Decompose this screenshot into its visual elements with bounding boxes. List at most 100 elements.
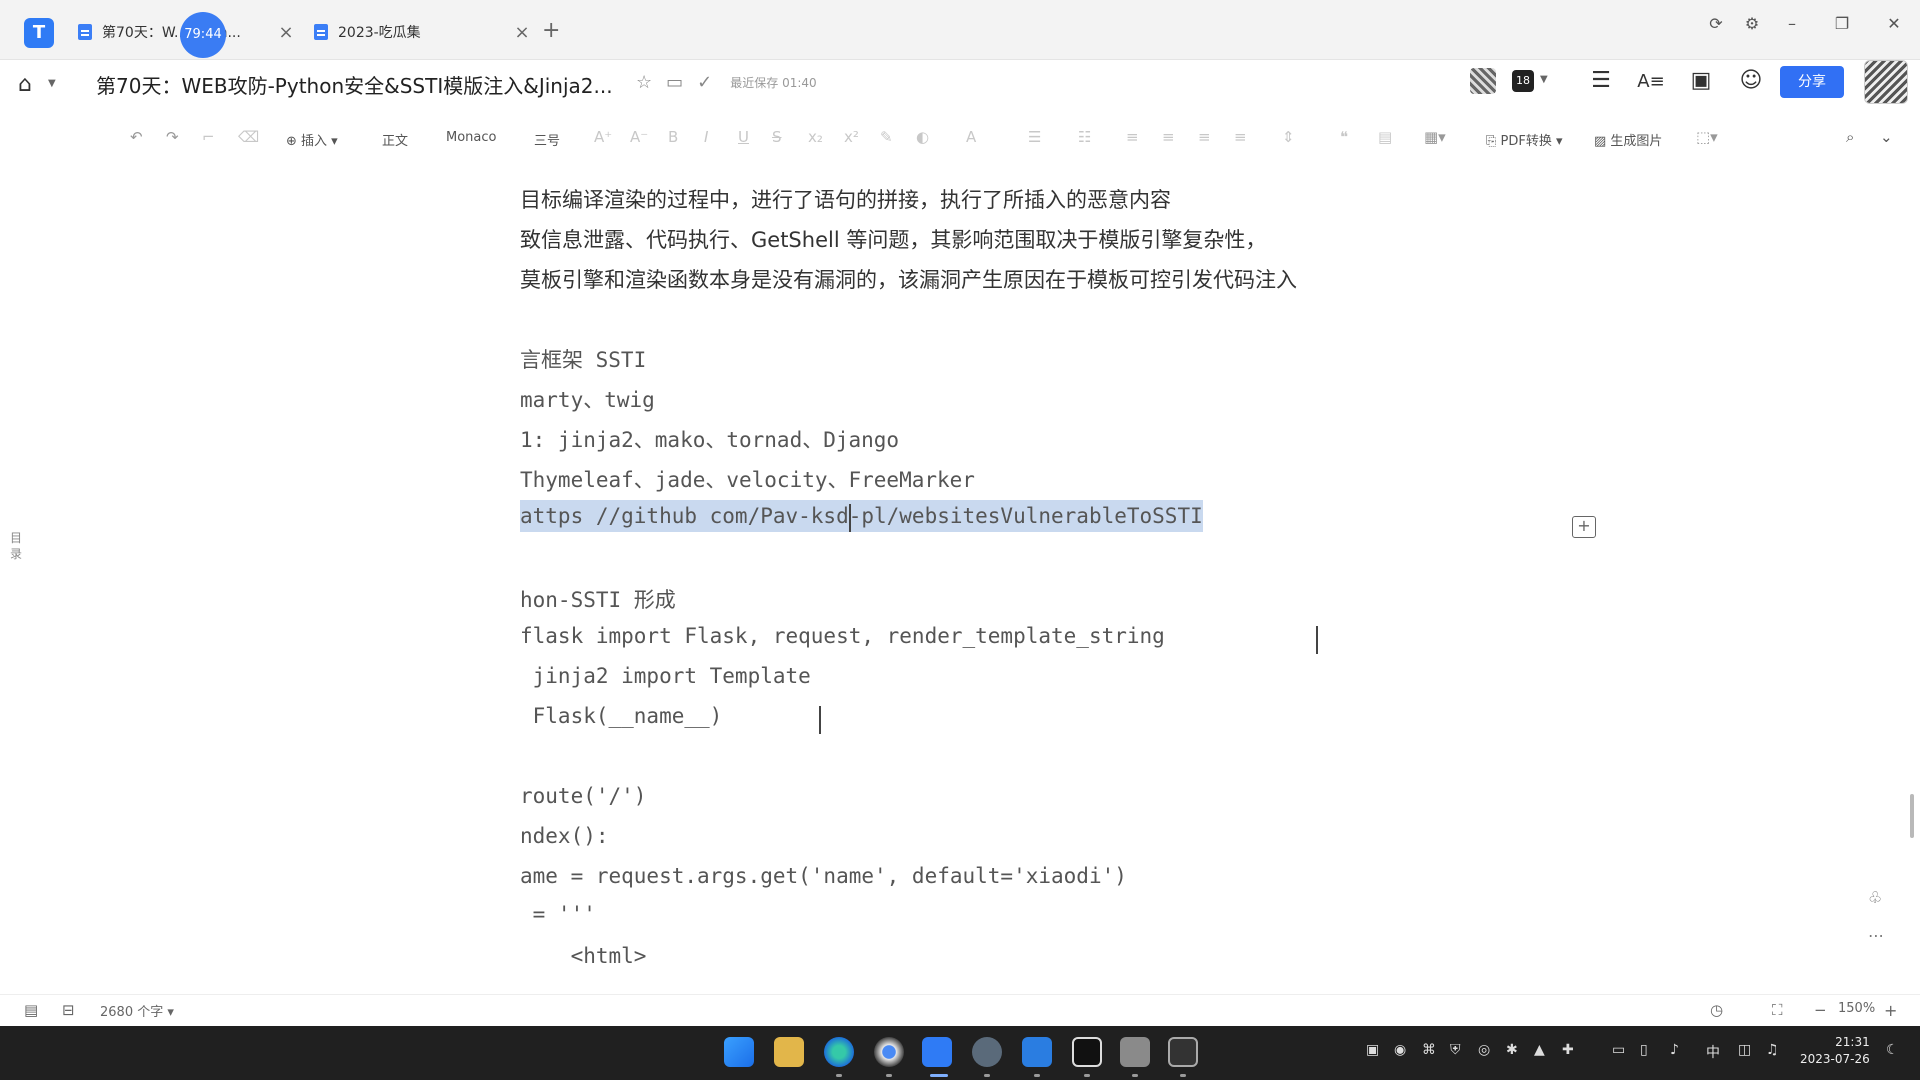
document-line[interactable]: 目标编译渲染的过程中，进行了语句的拼接，执行了所插入的恶意内容 xyxy=(520,184,1171,214)
more-icon[interactable]: ⋯ xyxy=(1868,926,1884,945)
zoom-in-button[interactable]: + xyxy=(1884,1001,1897,1020)
pdf-convert-button[interactable]: ⎘ PDF转换 ▾ xyxy=(1486,130,1563,149)
align-right-icon[interactable]: ≡ xyxy=(1198,128,1211,146)
document-line[interactable]: 致信息泄露、代码执行、GetShell 等问题，其影响范围取决于模版引擎复杂性， xyxy=(520,224,1266,254)
word-count[interactable]: 2680 个字 ▾ xyxy=(100,1001,174,1020)
file-explorer-icon[interactable] xyxy=(774,1037,804,1067)
numbered-list-icon[interactable]: ☷ xyxy=(1078,128,1091,146)
close-window-button[interactable]: ✕ xyxy=(1882,14,1906,33)
chevron-down-icon[interactable]: ⌄ xyxy=(1880,128,1893,146)
minimize-button[interactable]: – xyxy=(1780,14,1804,33)
vertical-scrollbar[interactable] xyxy=(1910,794,1914,838)
settings-icon[interactable]: ⚙ xyxy=(1740,14,1764,33)
font-shrink-icon[interactable]: A⁻ xyxy=(630,128,648,146)
play-icon[interactable]: ◷ xyxy=(1710,1001,1723,1019)
undo-icon[interactable]: ↶ xyxy=(130,128,143,146)
terminal-icon[interactable] xyxy=(1168,1037,1198,1067)
tray-chrome-icon[interactable]: ◉ xyxy=(1394,1042,1406,1058)
document-line[interactable]: 莫板引擎和渲染函数本身是没有漏洞的，该漏洞产生原因在于模板可控引发代码注入 xyxy=(520,264,1297,294)
tray-microphone-icon[interactable]: ♪ xyxy=(1670,1042,1679,1058)
bold-icon[interactable]: B xyxy=(668,128,678,146)
justify-icon[interactable]: ≡ xyxy=(1234,128,1247,146)
more-tools-icon[interactable]: ⬚▾ xyxy=(1696,128,1718,146)
superscript-icon[interactable]: x² xyxy=(844,128,859,146)
document-line[interactable]: <html> xyxy=(520,944,647,968)
generate-image-button[interactable]: ▨ 生成图片 xyxy=(1594,130,1662,149)
restore-button[interactable]: ❐ xyxy=(1830,14,1854,33)
tray-capture-icon[interactable]: ◎ xyxy=(1478,1042,1490,1058)
sync-icon[interactable]: ⟳ xyxy=(1704,14,1728,33)
document-line[interactable]: ame = request.args.get('name', default='… xyxy=(520,864,1127,888)
meeting-app-icon[interactable] xyxy=(1022,1037,1052,1067)
user-avatar[interactable] xyxy=(1864,60,1908,104)
menu-icon[interactable]: ☰ xyxy=(1586,68,1616,93)
collaborator-count-badge[interactable]: 18 xyxy=(1512,70,1534,92)
text-format-icon[interactable]: A≡ xyxy=(1636,71,1666,92)
highlight-icon[interactable]: ✎ xyxy=(880,128,893,146)
quote-icon[interactable]: ❝ xyxy=(1340,128,1348,146)
chevron-down-icon[interactable]: ▼ xyxy=(48,78,56,89)
table-icon[interactable]: ▦▾ xyxy=(1424,128,1446,146)
star-icon[interactable]: ☆ xyxy=(636,72,652,93)
page-view-icon[interactable]: ⊟ xyxy=(62,1001,75,1019)
start-menu-icon[interactable] xyxy=(724,1037,754,1067)
zoom-out-button[interactable]: − xyxy=(1814,1001,1827,1019)
line-spacing-icon[interactable]: ⇕ xyxy=(1282,128,1295,146)
system-clock[interactable]: 21:31 2023-07-26 xyxy=(1800,1034,1870,1068)
tray-volume-icon[interactable]: ♫ xyxy=(1766,1042,1779,1058)
document-line[interactable]: 1: jinja2、mako、tornad、Django xyxy=(520,424,899,454)
fullscreen-icon[interactable]: ⛶ xyxy=(1772,1001,1783,1019)
tray-phone-icon[interactable]: ▯ xyxy=(1640,1042,1648,1058)
chrome-browser-icon[interactable] xyxy=(874,1037,904,1067)
font-family-select[interactable]: Monaco xyxy=(446,130,496,145)
code-block-icon[interactable]: ▤ xyxy=(1378,128,1392,146)
pycharm-icon[interactable] xyxy=(1072,1037,1102,1067)
notification-icon[interactable]: ☾ xyxy=(1886,1042,1899,1058)
document-line[interactable]: flask import Flask, request, render_temp… xyxy=(520,624,1165,648)
paragraph-style-select[interactable]: 正文 xyxy=(382,130,408,149)
close-icon[interactable]: × xyxy=(512,22,532,43)
home-icon[interactable]: ⌂ xyxy=(18,72,32,97)
outline-toggle[interactable]: 目录 xyxy=(10,530,26,562)
subscript-icon[interactable]: x₂ xyxy=(808,128,823,146)
document-line[interactable]: Thymeleaf、jade、velocity、FreeMarker xyxy=(520,464,975,494)
text-color-icon[interactable]: ◐ xyxy=(916,128,929,146)
document-line[interactable]: Flask(__name__) xyxy=(520,704,723,728)
document-line[interactable]: = ''' xyxy=(520,902,596,926)
document-line[interactable]: route('/') xyxy=(520,784,646,808)
tray-network-icon[interactable]: ⌘ xyxy=(1422,1042,1436,1058)
strikethrough-icon[interactable]: S xyxy=(772,128,782,146)
font-color-icon[interactable]: A xyxy=(966,128,976,146)
zoom-level[interactable]: 150% xyxy=(1838,1001,1875,1016)
collaborate-icon[interactable]: ☺ xyxy=(1736,68,1766,93)
network-tool-icon[interactable] xyxy=(972,1037,1002,1067)
underline-icon[interactable]: U xyxy=(738,128,749,146)
redo-icon[interactable]: ↷ xyxy=(166,128,179,146)
bullet-list-icon[interactable]: ☰ xyxy=(1028,128,1041,146)
tray-bluetooth-icon[interactable]: ✱ xyxy=(1506,1042,1518,1058)
add-comment-icon[interactable]: + xyxy=(1572,516,1596,538)
folder-icon[interactable]: ▭ xyxy=(666,72,683,93)
present-icon[interactable]: ▣ xyxy=(1686,68,1716,93)
tray-docs-icon[interactable]: ▲ xyxy=(1534,1042,1545,1058)
recording-timer-badge[interactable]: 79:44 xyxy=(180,12,226,58)
new-tab-button[interactable]: + xyxy=(542,20,560,42)
document-line[interactable]: hon-SSTI 形成 xyxy=(520,584,676,614)
align-center-icon[interactable]: ≡ xyxy=(1162,128,1175,146)
collaborator-avatar[interactable] xyxy=(1470,68,1496,94)
edge-browser-icon[interactable] xyxy=(824,1037,854,1067)
notepad-icon[interactable] xyxy=(1120,1037,1150,1067)
docs-app-icon[interactable] xyxy=(922,1037,952,1067)
chevron-down-icon[interactable]: ▼ xyxy=(1540,74,1548,85)
font-grow-icon[interactable]: A⁺ xyxy=(594,128,612,146)
tray-shield-icon[interactable]: ⛨ xyxy=(1450,1042,1461,1058)
document-title[interactable]: 第70天：WEB攻防-Python安全&SSTI模版注入&Jinja2... xyxy=(96,70,613,99)
clear-format-icon[interactable]: ⌫ xyxy=(238,128,259,146)
outline-view-icon[interactable]: ▤ xyxy=(24,1001,38,1019)
align-left-icon[interactable]: ≡ xyxy=(1126,128,1139,146)
insert-button[interactable]: ⊕ 插入 ▾ xyxy=(286,130,338,149)
document-line[interactable]: 言框架 SSTI xyxy=(520,344,646,374)
tab-document-2[interactable]: 2023-吃瓜集 × xyxy=(314,12,532,52)
tray-gamepad-icon[interactable]: ✚ xyxy=(1562,1042,1574,1058)
document-line[interactable]: jinja2 import Template xyxy=(520,664,811,688)
